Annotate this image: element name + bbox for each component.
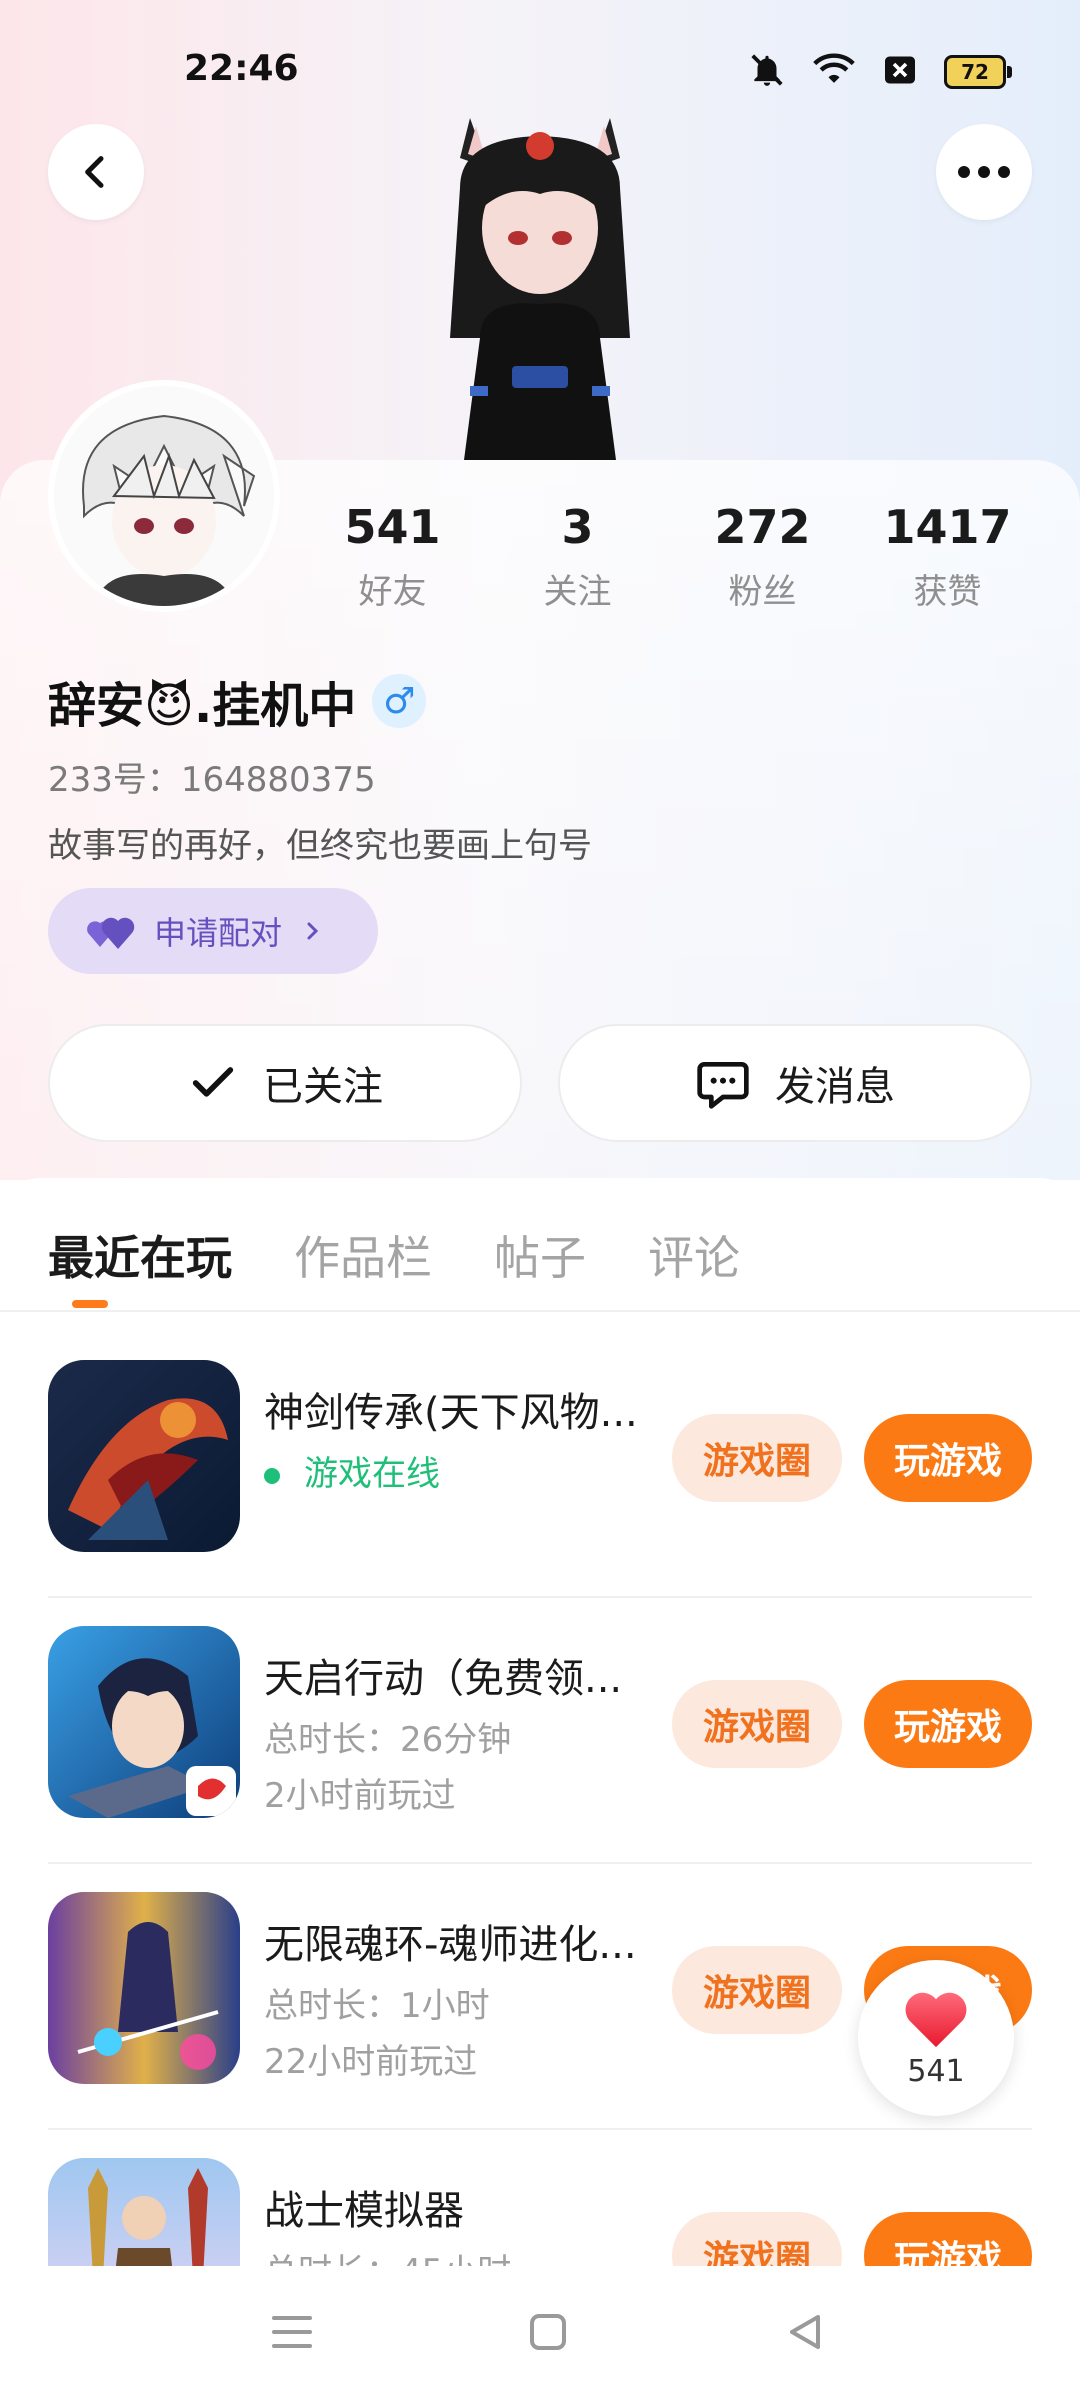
list-item[interactable]: 天启行动（免费领... 总时长：26分钟 2小时前玩过 游戏圈 玩游戏 [48, 1626, 1032, 1894]
online-label: 游戏在线 [304, 1454, 440, 1494]
stat-value: 3 [561, 500, 594, 554]
stat-value: 272 [714, 500, 811, 554]
chevron-right-icon [307, 922, 319, 940]
stat-label: 粉丝 [728, 572, 797, 612]
menu-icon [272, 2316, 312, 2348]
battery-icon: 72 [944, 55, 1012, 89]
divider [48, 1596, 1032, 1598]
system-navigation-bar [0, 2266, 1080, 2400]
back-button[interactable] [48, 124, 144, 220]
like-count: 541 [907, 2053, 965, 2089]
game-icon[interactable] [48, 1626, 240, 1818]
bio: 故事写的再好，但终究也要画上句号 [48, 826, 592, 866]
divider [48, 2128, 1032, 2130]
back-nav-button[interactable] [776, 2302, 836, 2362]
status-time: 22:46 [184, 48, 299, 89]
stat-following[interactable]: 3 关注 [485, 500, 670, 613]
game-circle-button[interactable]: 游戏圈 [672, 1946, 842, 2034]
divider [48, 1862, 1032, 1864]
stat-friends[interactable]: 541 好友 [300, 500, 485, 613]
home-icon [530, 2314, 566, 2350]
tab-works[interactable]: 作品栏 [294, 1222, 432, 1288]
online-status: 游戏在线 [264, 1446, 440, 1495]
more-icon [958, 166, 1010, 178]
stat-label: 好友 [358, 572, 427, 612]
stat-value: 1417 [883, 500, 1012, 554]
sim-blocked-icon [882, 52, 918, 92]
last-played: 2小时前玩过 [264, 1776, 456, 1816]
last-played: 22小时前玩过 [264, 2042, 478, 2082]
avatar[interactable] [48, 380, 280, 612]
total-duration: 总时长：1小时 [264, 1986, 490, 2026]
total-duration: 总时长：26分钟 [264, 1720, 512, 1760]
nickname-row: 辞安😈.挂机中 ♂ [48, 666, 427, 736]
play-game-button[interactable]: 玩游戏 [864, 1680, 1032, 1768]
play-game-button[interactable]: 玩游戏 [864, 2212, 1032, 2266]
status-icons: 72 [748, 50, 1012, 94]
play-game-button[interactable]: 玩游戏 [864, 1414, 1032, 1502]
game-name: 无限魂环-魂师进化... [264, 1922, 637, 1968]
tab-indicator [72, 1300, 108, 1308]
tab-comments[interactable]: 评论 [648, 1222, 740, 1288]
stat-label: 关注 [543, 572, 612, 612]
menu-nav-button[interactable] [262, 2302, 322, 2362]
user-id: 233号：164880375 [48, 760, 376, 800]
stat-fans[interactable]: 272 粉丝 [670, 500, 855, 613]
bell-off-icon [748, 51, 786, 93]
tab-recently-played[interactable]: 最近在玩 [48, 1222, 232, 1288]
divider [0, 1310, 1080, 1312]
apply-pair-button[interactable]: 申请配对 [48, 888, 378, 974]
tab-posts[interactable]: 帖子 [494, 1222, 586, 1288]
follow-label: 已关注 [263, 1064, 383, 1110]
list-item[interactable]: 战士模拟器 总时长：45小时 游戏圈 玩游戏 [48, 2158, 1032, 2266]
game-circle-button[interactable]: 游戏圈 [672, 1680, 842, 1768]
game-name: 战士模拟器 [264, 2188, 464, 2234]
check-icon [192, 1067, 234, 1097]
chevron-left-icon [85, 156, 104, 188]
list-item[interactable]: 神剑传承(天下风物... 游戏在线 游戏圈 玩游戏 [48, 1360, 1032, 1628]
game-name: 天启行动（免费领... [264, 1656, 623, 1702]
like-button[interactable]: 541 [858, 1960, 1014, 2116]
followed-button[interactable]: 已关注 [48, 1024, 522, 1142]
pair-label: 申请配对 [154, 914, 283, 952]
online-dot-icon [264, 1467, 280, 1484]
chat-bubble-icon [697, 1062, 749, 1109]
stats-row: 541 好友 3 关注 272 粉丝 1417 获赞 [300, 500, 1040, 613]
hearts-icon [87, 917, 135, 949]
stat-label: 获赞 [913, 572, 982, 612]
virtual-avatar-figure[interactable] [420, 98, 660, 460]
male-icon: ♂ [372, 674, 427, 728]
game-icon[interactable] [48, 1892, 240, 2084]
send-message-button[interactable]: 发消息 [558, 1024, 1032, 1142]
nickname: 辞安😈.挂机中 [48, 678, 357, 734]
stat-value: 541 [344, 500, 441, 554]
game-icon[interactable] [48, 1360, 240, 1552]
game-name: 神剑传承(天下风物... [264, 1390, 638, 1436]
wifi-icon [812, 51, 856, 93]
home-nav-button[interactable] [518, 2302, 578, 2362]
message-label: 发消息 [775, 1064, 895, 1110]
heart-icon [905, 1992, 967, 2047]
back-triangle-icon [790, 2315, 820, 2349]
stat-likes[interactable]: 1417 获赞 [855, 500, 1040, 613]
total-duration: 总时长：45小时 [264, 2244, 511, 2266]
more-button[interactable] [936, 124, 1032, 220]
tab-bar: 最近在玩 作品栏 帖子 评论 [48, 1222, 740, 1288]
game-icon[interactable] [48, 2158, 240, 2266]
game-circle-button[interactable]: 游戏圈 [672, 2212, 842, 2266]
game-circle-button[interactable]: 游戏圈 [672, 1414, 842, 1502]
